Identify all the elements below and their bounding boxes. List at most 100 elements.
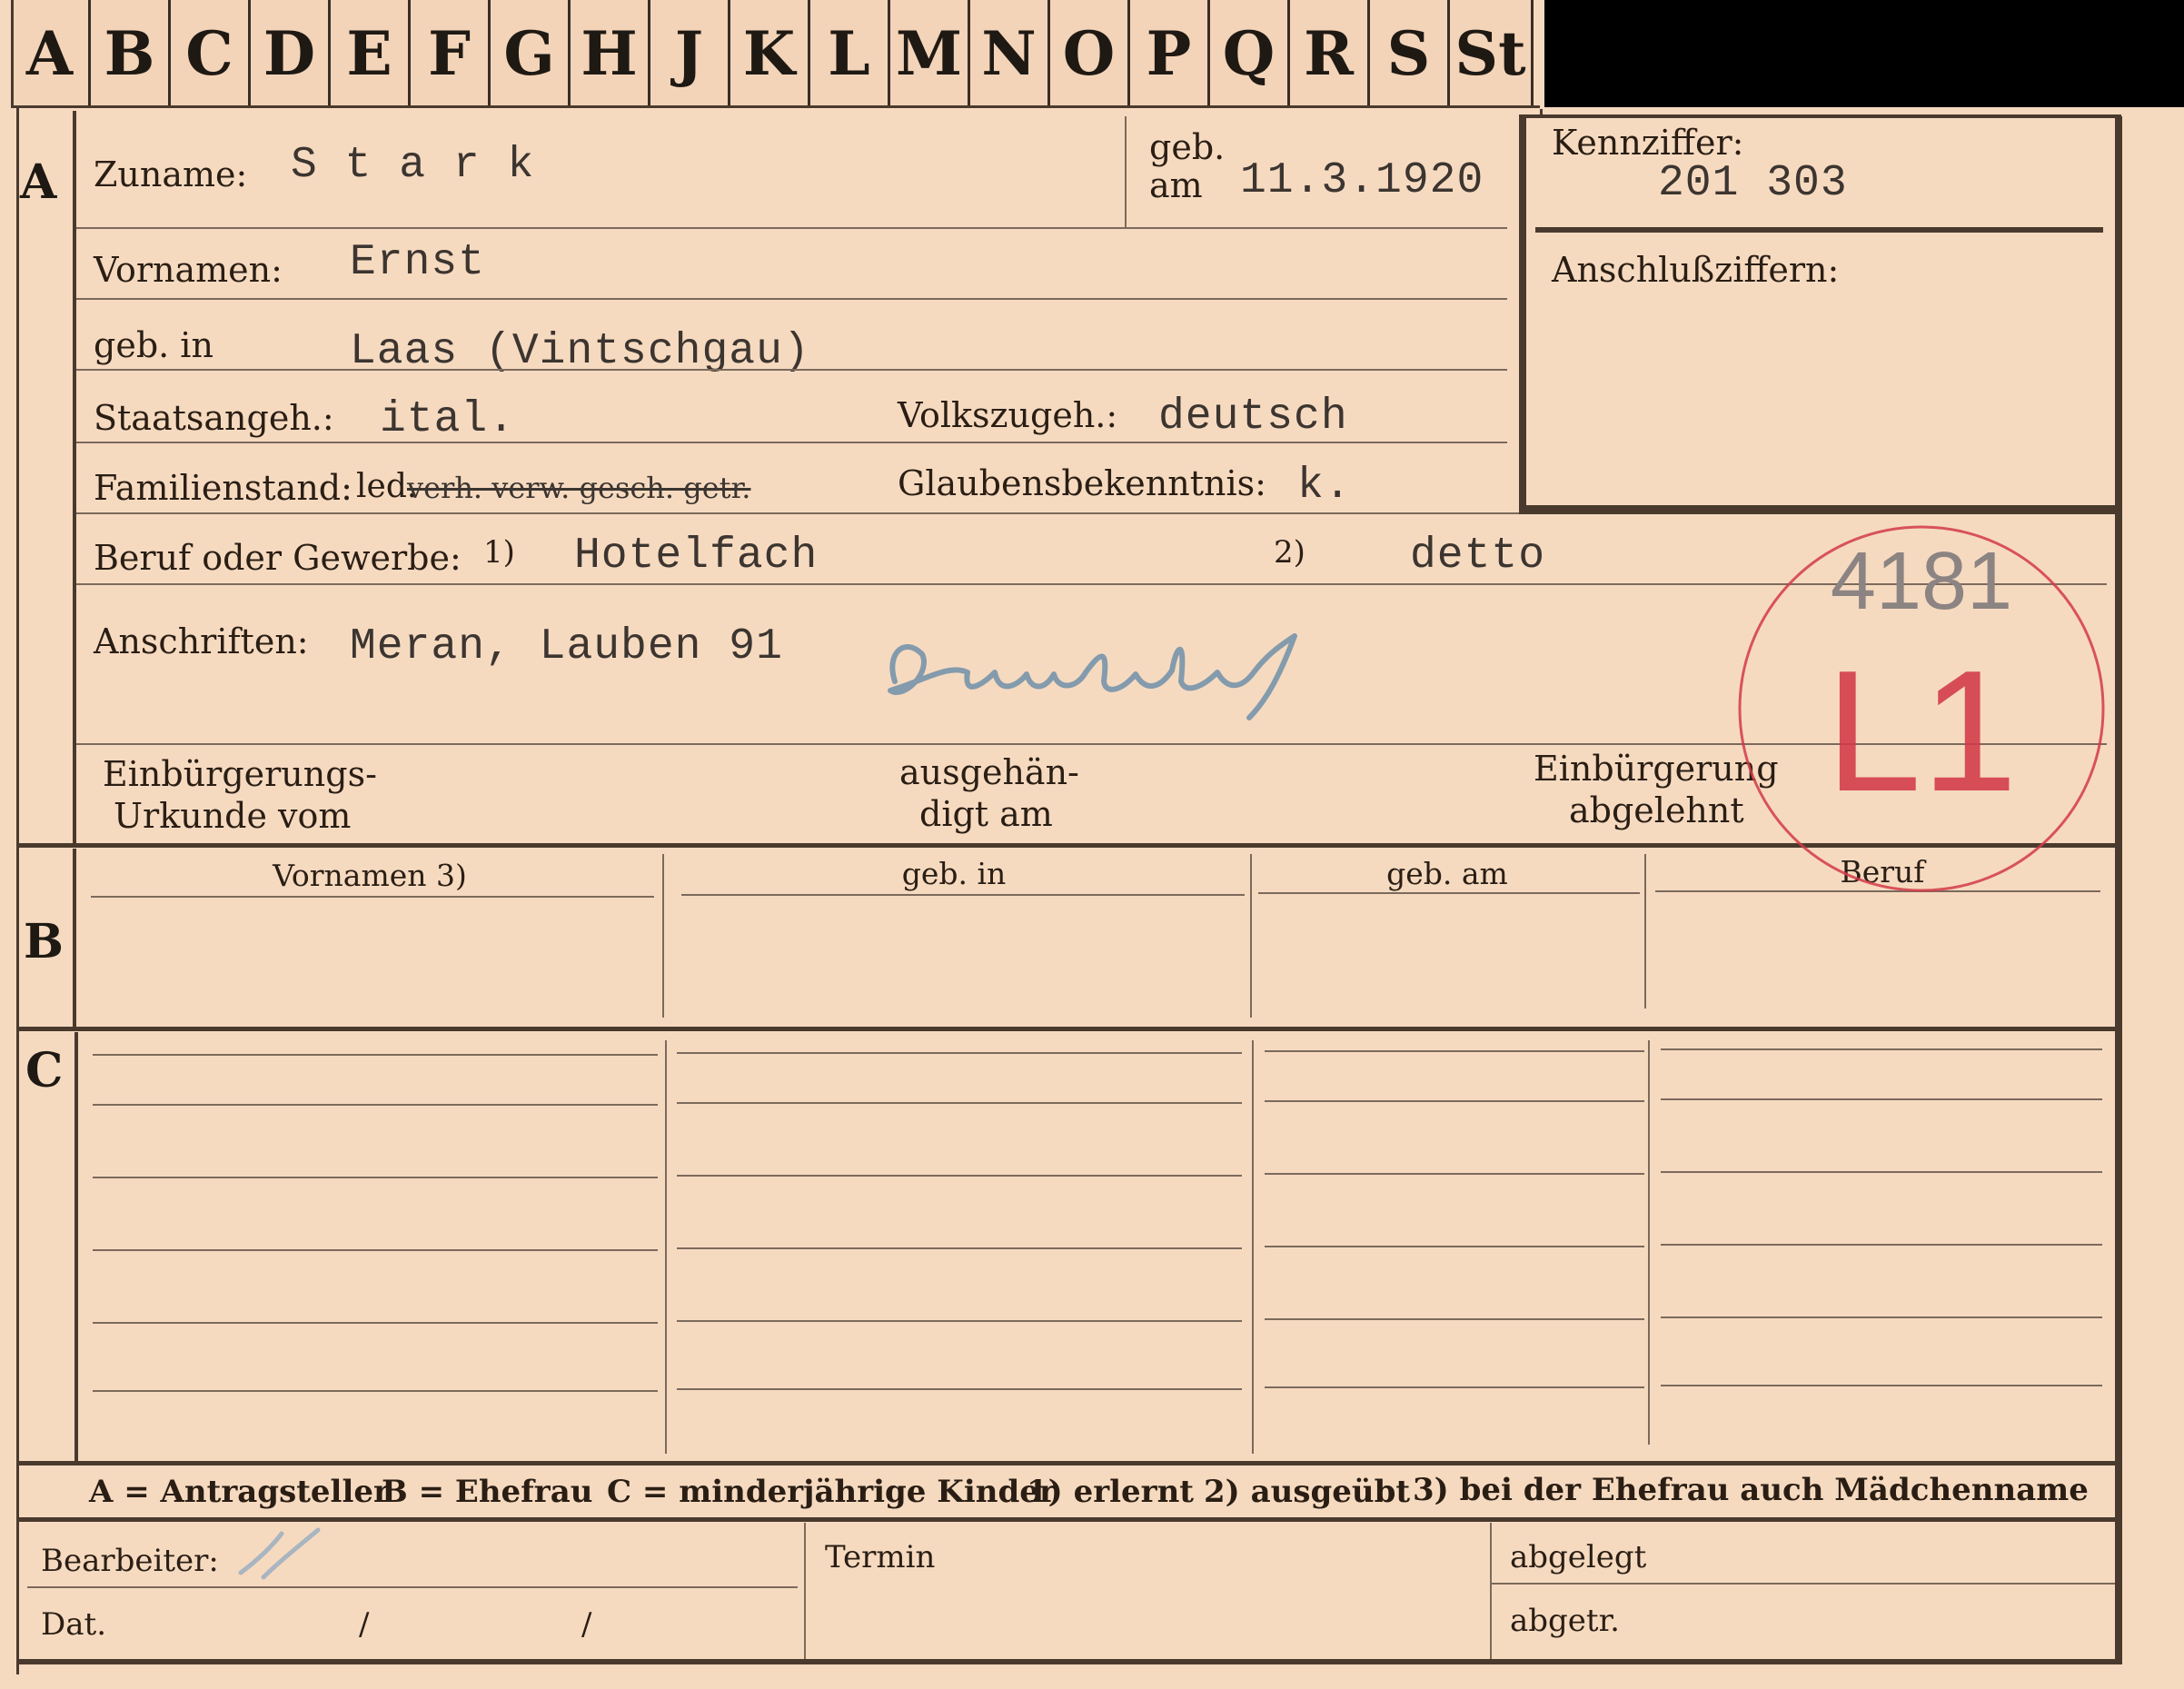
row-rule-2 [76, 298, 1507, 300]
abgetr-label: abgetr. [1510, 1603, 1620, 1639]
b-col-divider-3 [1644, 854, 1646, 1008]
registration-card: A B C D E F G H J K L M N O P Q R S St A Kennziffer: 201 3… [0, 0, 2184, 1689]
einb-urkunde-label-2: Urkunde vom [114, 796, 352, 836]
c-row-rule [677, 1388, 1242, 1390]
alphabet-tab[interactable]: N [970, 0, 1050, 107]
glaubens-label: Glaubensbekenntnis: [898, 463, 1266, 503]
vornamen-label: Vornamen: [94, 250, 283, 290]
geb-am-label-2: am [1149, 165, 1203, 205]
alphabet-tab[interactable]: St [1450, 0, 1534, 107]
legend-c: C = minderjährige Kinder [607, 1474, 1056, 1510]
alphabet-tab[interactable]: M [890, 0, 970, 107]
familienstand-struck-options: verh. verw. gesch. getr. [407, 471, 751, 505]
alphabet-tab[interactable]: P [1130, 0, 1210, 107]
volkszugeh-label: Volkszugeh.: [898, 395, 1118, 435]
b-header-rule-2 [681, 894, 1245, 896]
beruf-marker-2: 2) [1274, 534, 1305, 571]
col-geb-in-header: geb. in [901, 856, 1007, 891]
legend-bottom-rule [19, 1517, 2115, 1522]
einb-abgelehnt-label-2: abgelehnt [1569, 790, 1744, 830]
alphabet-tab[interactable]: C [171, 0, 251, 107]
kennziffer-box-left [1519, 114, 1526, 514]
volkszugeh-value: deutsch [1158, 392, 1348, 442]
c-col-divider-1 [665, 1040, 667, 1454]
termin-label: Termin [825, 1539, 936, 1575]
alphabet-tab[interactable]: R [1290, 0, 1370, 107]
geb-am-value: 11.3.1920 [1240, 156, 1484, 205]
beruf-marker-1: 1) [483, 534, 515, 571]
c-row-rule [1265, 1173, 1644, 1175]
ausgehaendigt-label-2: digt am [919, 794, 1053, 834]
alphabet-tab[interactable]: A [11, 0, 91, 107]
c-row-rule [1265, 1100, 1644, 1102]
alphabet-tab[interactable]: S [1370, 0, 1450, 107]
section-c-letter: C [25, 1043, 64, 1098]
alphabet-tab[interactable]: L [810, 0, 890, 107]
familienstand-label: Familienstand: [94, 468, 352, 508]
alphabet-tab[interactable]: D [251, 0, 331, 107]
tab-strip-left-edge [11, 0, 14, 107]
geb-am-divider [1125, 116, 1127, 227]
alphabet-tab[interactable]: J [650, 0, 730, 107]
c-row-rule [1265, 1050, 1644, 1052]
kennziffer-box-top [1526, 114, 2121, 118]
alphabet-tab[interactable]: B [91, 0, 171, 107]
c-row-rule [1265, 1246, 1644, 1247]
c-row-rule [677, 1175, 1242, 1177]
kennziffer-value: 201 303 [1658, 159, 1848, 208]
section-c-left-rule [74, 1032, 78, 1463]
anschlussziffern-label: Anschlußziffern: [1552, 250, 1840, 290]
stamp-code: L1 [1825, 635, 2017, 828]
c-row-rule [93, 1322, 658, 1324]
alphabet-tab[interactable]: H [571, 0, 650, 107]
signature-graphic [888, 633, 1297, 720]
b-col-divider-1 [662, 854, 664, 1018]
scan-background [1544, 0, 2184, 107]
legend-note-1: 1) erlernt [1027, 1474, 1195, 1510]
bearbeiter-initials-graphic [238, 1527, 321, 1580]
col-geb-am-header: geb. am [1386, 856, 1508, 891]
c-row-rule [677, 1320, 1242, 1322]
alphabet-tab[interactable]: E [331, 0, 411, 107]
c-row-rule [1661, 1048, 2102, 1050]
c-row-rule [93, 1390, 658, 1392]
c-row-rule [1661, 1244, 2102, 1246]
beruf-value-2: detto [1410, 532, 1546, 581]
section-b-letter: B [24, 914, 64, 969]
c-row-rule [1661, 1316, 2102, 1318]
row-rule-1 [76, 227, 1507, 229]
tab-strip-bottom-rule [11, 105, 1540, 108]
legend-b: B = Ehefrau [382, 1474, 593, 1510]
anschriften-value: Meran, Lauben 91 [350, 622, 783, 671]
dat-separator-2: / [581, 1606, 592, 1643]
legend-note-2: 2) ausgeübt [1204, 1474, 1411, 1510]
dat-label: Dat. [41, 1606, 107, 1643]
legend-note-3: 3) bei der Ehefrau auch Mädchenname [1413, 1472, 2089, 1508]
alphabet-tab[interactable]: K [730, 0, 810, 107]
abgelegt-label: abgelegt [1510, 1539, 1647, 1575]
l1-stamp: 4181 L1 [1738, 525, 2105, 892]
alphabet-tab[interactable]: Q [1210, 0, 1290, 107]
alphabet-tab[interactable]: F [411, 0, 491, 107]
c-row-rule [1661, 1098, 2102, 1100]
legend-a: A = Antragsteller [89, 1474, 390, 1510]
kennziffer-box-bottom [1526, 505, 2121, 514]
alphabet-tab[interactable]: O [1050, 0, 1130, 107]
b-header-rule-3 [1258, 892, 1640, 894]
c-row-rule [93, 1104, 658, 1106]
kennziffer-box-divider [1535, 227, 2103, 233]
c-col-divider-3 [1648, 1040, 1650, 1445]
col-vornamen-header: Vornamen 3) [273, 858, 467, 893]
section-a-letter: A [20, 154, 57, 210]
row-rule-5 [76, 512, 1519, 514]
ausgehaendigt-label-1: ausgehän- [899, 752, 1079, 792]
beruf-value-1: Hotelfach [574, 532, 819, 581]
b-col-divider-2 [1250, 854, 1252, 1018]
c-row-rule [93, 1054, 658, 1056]
section-b-bottom-rule [19, 1027, 2115, 1031]
alphabet-tab[interactable]: G [491, 0, 571, 107]
vornamen-value: Ernst [350, 238, 486, 287]
row-rule-3 [76, 369, 1507, 371]
c-row-rule [677, 1052, 1242, 1054]
kennziffer-label: Kennziffer: [1552, 123, 1744, 163]
